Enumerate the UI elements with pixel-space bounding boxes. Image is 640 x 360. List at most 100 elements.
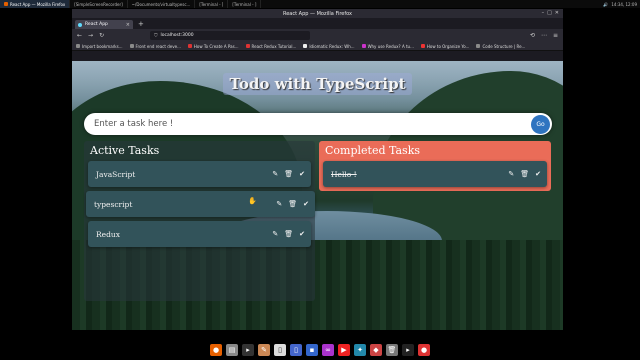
bookmark-item[interactable]: Front end react deve... <box>129 43 181 49</box>
bookmarks-bar: Import bookmarks... Front end react deve… <box>72 42 563 51</box>
history-icon[interactable]: ⟲ <box>530 32 535 39</box>
maximize-icon[interactable]: □ <box>547 10 552 16</box>
bookmark-icon <box>187 44 192 48</box>
bookmark-icon <box>476 44 481 48</box>
task-form: Go <box>84 113 552 135</box>
editor-icon[interactable]: ✎ <box>258 344 270 356</box>
bookmark-item[interactable]: How to Organize Yo... <box>420 43 470 49</box>
shield-icon: ⛉ <box>154 33 158 39</box>
firefox-icon <box>4 2 8 6</box>
tab-title: React App <box>85 22 108 27</box>
network-icon[interactable]: ✦ <box>354 344 366 356</box>
completed-tasks-panel: Completed Tasks Hello ! ✎ 🗑 ✔ <box>319 141 551 191</box>
delete-icon[interactable]: 🗑 <box>288 200 297 208</box>
terminal-alt-icon[interactable]: ▸ <box>402 344 414 356</box>
edit-icon[interactable]: ✎ <box>272 170 278 178</box>
bookmark-icon <box>245 44 250 48</box>
active-tasks-heading: Active Tasks <box>90 144 160 157</box>
url-text: localhost:3000 <box>160 33 194 38</box>
check-icon[interactable]: ✔ <box>299 170 305 178</box>
bookmark-item[interactable]: Idiomatic Redux: Wh... <box>303 44 355 49</box>
os-task-label: ~/Documents/virtualtypesc... <box>131 1 191 7</box>
extensions-icon[interactable]: ⋯ <box>541 32 547 39</box>
edit-icon[interactable]: ✎ <box>276 200 282 208</box>
page-title: Todo with TypeScript <box>72 73 563 95</box>
url-bar[interactable]: ⛉ localhost:3000 <box>150 31 311 40</box>
menu-icon[interactable]: ≡ <box>553 32 558 39</box>
os-task-label: [Terminal - ] <box>199 1 224 7</box>
os-taskbar: React App — Mozilla Firefox [SimpleScree… <box>0 0 640 8</box>
bookmark-label: Front end react deve... <box>135 43 181 49</box>
check-icon[interactable]: ✔ <box>303 200 309 208</box>
bookmark-label: How to Organize Yo... <box>426 43 470 49</box>
bookmark-icon <box>76 44 80 48</box>
nav-toolbar: ← → ↻ ⛉ localhost:3000 ⟲ ⋯ ≡ <box>72 29 563 42</box>
terminal-icon[interactable]: ▸ <box>242 344 254 356</box>
volume-icon[interactable]: 🔊 <box>603 2 608 7</box>
completed-tasks-heading: Completed Tasks <box>325 144 421 157</box>
task-text: JavaScript <box>96 169 136 179</box>
store-icon[interactable]: ◆ <box>370 344 382 356</box>
os-task-label: [Terminal - ] <box>232 1 257 7</box>
bookmark-item[interactable]: Import bookmarks... <box>76 44 123 49</box>
infinity-icon[interactable]: ∞ <box>322 344 334 356</box>
os-task-label: [SimpleScreenRecorder] <box>74 1 123 7</box>
active-tasks-panel: Active Tasks JavaScript ✎ 🗑 ✔ typescript… <box>84 141 315 301</box>
tab-strip: React App × + <box>72 18 563 29</box>
edit-icon[interactable]: ✎ <box>272 230 278 238</box>
document-alt-icon[interactable]: ▯ <box>290 344 302 356</box>
app-viewport: Todo with TypeScript Go Active Tasks Jav… <box>72 61 563 330</box>
bookmark-label: How To Create A Pas... <box>193 43 239 49</box>
bookmark-item[interactable]: Code Structure | Re... <box>476 44 525 49</box>
os-clock: 14:34, 12:09 <box>611 1 637 7</box>
bookmark-label: React Redux Tutorial... <box>251 43 297 49</box>
os-dock: ● ▤ ▸ ✎ ▯ ▯ ▪ ∞ ▶ ✦ ◆ 🗑 ▸ ● <box>180 340 460 360</box>
chat-icon[interactable]: ▪ <box>306 344 318 356</box>
recorder-icon[interactable]: ● <box>418 344 430 356</box>
os-task-terminal-1[interactable]: [Terminal - ] <box>195 0 229 8</box>
mouse-cursor-icon: ✋ <box>248 197 257 205</box>
trash-icon[interactable]: 🗑 <box>386 344 398 356</box>
check-icon[interactable]: ✔ <box>299 230 305 238</box>
browser-window: React App — Mozilla Firefox – □ ✕ React … <box>72 9 563 330</box>
os-task-recorder[interactable]: [SimpleScreenRecorder] <box>70 0 128 8</box>
bookmark-item[interactable]: React Redux Tutorial... <box>245 43 297 49</box>
forward-icon[interactable]: → <box>88 32 93 39</box>
os-task-editor[interactable]: ~/Documents/virtualtypesc... <box>128 0 196 8</box>
task-item[interactable]: JavaScript ✎ 🗑 ✔ <box>88 161 311 187</box>
bookmark-item[interactable]: Why use Redux? A tu... <box>361 44 414 49</box>
go-button[interactable]: Go <box>531 114 550 134</box>
tab-close-icon[interactable]: × <box>126 22 130 28</box>
task-text: Redux <box>96 229 120 239</box>
task-item-completed[interactable]: Hello ! ✎ 🗑 ✔ <box>323 161 547 187</box>
os-task-label: React App — Mozilla Firefox <box>10 1 66 7</box>
bookmark-icon <box>420 44 425 48</box>
bookmark-item[interactable]: How To Create A Pas... <box>187 43 239 49</box>
new-tab-icon[interactable]: + <box>135 20 147 29</box>
check-icon[interactable]: ✔ <box>535 170 541 178</box>
document-icon[interactable]: ▯ <box>274 344 286 356</box>
task-input[interactable] <box>84 113 531 135</box>
window-titlebar: React App — Mozilla Firefox – □ ✕ <box>72 9 563 18</box>
bookmark-icon <box>303 44 308 48</box>
os-task-terminal-2[interactable]: [Terminal - ] <box>228 0 262 8</box>
bookmark-label: Import bookmarks... <box>82 43 123 49</box>
tab-react-app[interactable]: React App × <box>75 20 133 29</box>
delete-icon[interactable]: 🗑 <box>284 230 293 238</box>
os-task-firefox[interactable]: React App — Mozilla Firefox <box>0 0 71 8</box>
minimize-icon[interactable]: – <box>542 10 545 16</box>
close-icon[interactable]: ✕ <box>555 10 559 16</box>
delete-icon[interactable]: 🗑 <box>520 170 529 178</box>
firefox-icon[interactable]: ● <box>210 344 222 356</box>
back-icon[interactable]: ← <box>77 32 82 39</box>
youtube-icon[interactable]: ▶ <box>338 344 350 356</box>
bookmark-icon <box>129 44 134 48</box>
edit-icon[interactable]: ✎ <box>508 170 514 178</box>
page-title-text: Todo with TypeScript <box>223 73 412 95</box>
react-favicon-icon <box>78 22 82 27</box>
task-item[interactable]: Redux ✎ 🗑 ✔ <box>88 221 311 247</box>
task-item[interactable]: typescript ✎ 🗑 ✔ <box>86 191 315 217</box>
delete-icon[interactable]: 🗑 <box>284 170 293 178</box>
files-icon[interactable]: ▤ <box>226 344 238 356</box>
reload-icon[interactable]: ↻ <box>99 32 104 39</box>
